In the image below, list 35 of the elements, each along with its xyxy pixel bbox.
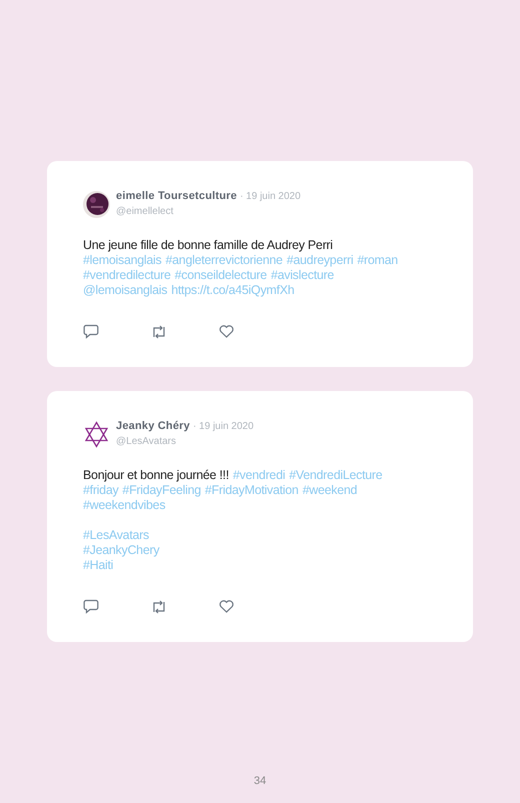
hashtag-link[interactable]: #FridayFeeling xyxy=(122,483,201,498)
user-name: eimelle Toursetculture xyxy=(116,189,237,204)
hashtag-link[interactable]: #avislecture xyxy=(270,268,334,283)
hexagram-icon xyxy=(83,420,110,448)
hashtag-link[interactable]: #lemoisanglais xyxy=(83,253,162,268)
hashtag-link[interactable]: #friday xyxy=(83,483,118,498)
hashtag-link[interactable]: #weekendvibes xyxy=(83,498,166,513)
hashtag-link[interactable]: #JeankyChery xyxy=(83,543,160,558)
tweet-date: · 19 juin 2020 xyxy=(192,420,254,434)
url-link[interactable]: https://t.co/a45iQymfXh xyxy=(171,283,294,298)
retweet-icon[interactable] xyxy=(151,324,167,338)
retweet-icon[interactable] xyxy=(151,600,167,614)
hashtag-link[interactable]: #VendrediLecture xyxy=(289,468,382,483)
page-number: 34 xyxy=(254,774,266,789)
hashtag-link[interactable]: #vendredilecture xyxy=(83,268,171,283)
hashtag-link[interactable]: #FridayMotivation xyxy=(204,483,298,498)
user-name: Jeanky Chéry xyxy=(116,419,190,434)
tweet-date: · 19 juin 2020 xyxy=(240,190,301,204)
heart-icon[interactable] xyxy=(219,600,234,613)
tweet-text: Bonjour et bonne journée !!! xyxy=(83,468,229,483)
hashtag-link[interactable]: #Haiti xyxy=(83,558,114,573)
hashtag-link[interactable]: #angleterrevictorienne xyxy=(166,253,283,268)
hashtag-link[interactable]: #audreyperri xyxy=(286,253,354,268)
hashtag-link[interactable]: #roman xyxy=(357,253,398,268)
user-handle: @LesAvatars xyxy=(116,435,177,449)
heart-icon[interactable] xyxy=(219,325,234,338)
hashtag-link[interactable]: #weekend xyxy=(302,483,358,498)
reply-icon[interactable] xyxy=(83,599,99,614)
hashtag-link[interactable]: #vendredi xyxy=(232,468,286,483)
mention-link[interactable]: @lemoisanglais xyxy=(83,283,168,298)
hashtag-link[interactable]: #LesAvatars xyxy=(83,528,149,543)
hashtag-link[interactable]: #conseildelecture xyxy=(174,268,267,283)
user-handle: @eimellelect xyxy=(116,205,174,219)
reply-icon[interactable] xyxy=(83,324,99,339)
tweet-text: Une jeune fille de bonne famille de Audrey Perri xyxy=(83,238,333,253)
